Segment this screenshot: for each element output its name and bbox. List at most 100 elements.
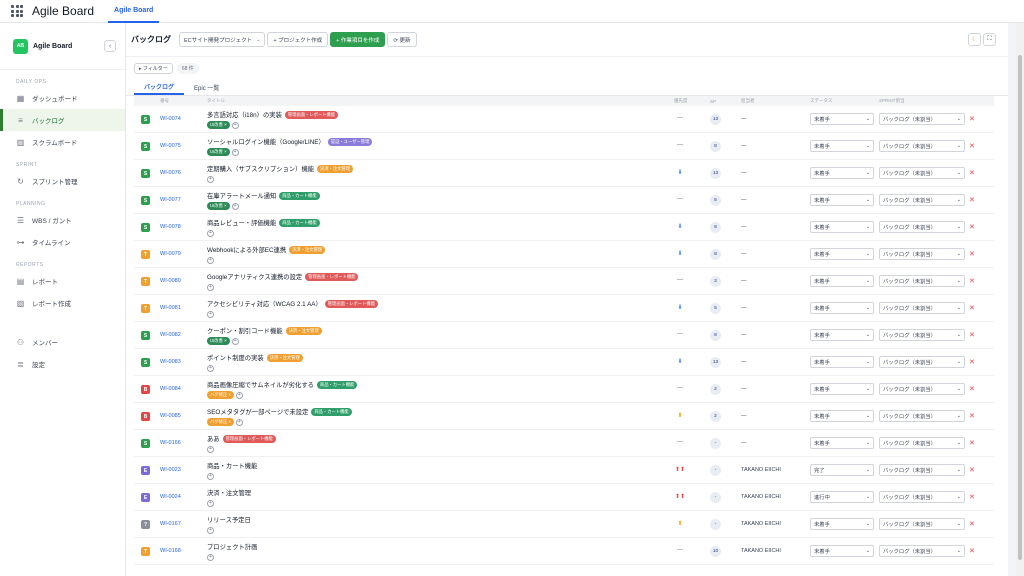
sprint-select[interactable]: バックログ（未割当） ⌄ <box>879 545 965 557</box>
label-chip[interactable]: UI改善 × <box>207 121 230 129</box>
item-number-link[interactable]: WI-0081 <box>160 305 181 311</box>
status-select[interactable]: 未着手 ⌄ <box>810 410 874 422</box>
item-number-link[interactable]: WI-0080 <box>160 278 181 284</box>
delete-icon[interactable]: ✕ <box>969 196 975 204</box>
sprint-select[interactable]: バックログ（未割当） ⌄ <box>879 275 965 287</box>
item-title[interactable]: 商品レビュー・評価機能 <box>207 218 276 227</box>
create-project-button[interactable]: + プロジェクト作成 <box>267 32 329 47</box>
item-title[interactable]: アクセシビリティ対応（WCAG 2.1 AA） <box>207 299 322 308</box>
add-label-icon[interactable]: + <box>207 364 214 372</box>
create-item-button[interactable]: + 作業項目を作成 <box>330 32 386 47</box>
table-row[interactable]: S WI-0076 定期購入（サブスクリプション）機能 決済・注文管理 + ⬇ 13 — 未着手… <box>134 160 994 187</box>
filter-button[interactable]: ▸ フィルター <box>134 62 173 74</box>
sidebar-item[interactable]: ⚇ メンバー <box>0 331 125 353</box>
sidebar-item[interactable]: ▦ ダッシュボード <box>0 87 125 109</box>
project-select[interactable]: ECサイト開発プロジェクト ⌄ <box>179 32 266 47</box>
table-row[interactable]: S WI-0082 クーポン・割引コード機能 決済・注文管理 UI改善 × + — 8 — 未着手… <box>134 322 994 349</box>
add-label-icon[interactable]: + <box>207 499 214 507</box>
table-row[interactable]: B WI-0084 商品画像圧縮でサムネイルが劣化する 商品・カート機能 バグ修正 × +… <box>134 376 994 403</box>
status-select[interactable]: 未着手 ⌄ <box>810 248 874 260</box>
delete-icon[interactable]: ✕ <box>969 277 975 285</box>
item-number-link[interactable]: WI-0167 <box>160 521 181 527</box>
epic-tag[interactable]: 管理画面・レポート機能 <box>324 299 379 308</box>
sidebar-item[interactable]: ⊶ タイムライン <box>0 231 125 253</box>
delete-icon[interactable]: ✕ <box>969 169 975 177</box>
table-row[interactable]: E WI-0023 商品・カート機能 + ⬆⬆ - TAKANO EIICHI 完了 ⌄ バックロ… <box>134 457 994 484</box>
add-label-icon[interactable]: + <box>231 202 239 210</box>
epic-tag[interactable]: 管理画面・レポート機能 <box>305 272 359 281</box>
add-label-icon[interactable]: + <box>207 229 214 237</box>
table-row[interactable]: S WI-0166 ああ 管理画面・レポート機能 + — - — 未着手 ⌄ バックログ（未割当） ⌄… <box>134 430 994 457</box>
item-title[interactable]: 定期購入（サブスクリプション）機能 <box>207 164 314 173</box>
table-row[interactable]: S WI-0078 商品レビュー・評価機能 商品・カート機能 + ⬇ 8— 未着手 ⌄ バックログ… <box>134 214 994 241</box>
item-title[interactable]: ポイント制度の実装 <box>207 353 264 362</box>
sprint-select[interactable]: バックログ（未割当） ⌄ <box>879 491 965 503</box>
item-title[interactable]: Googleアナリティクス連携の設定 <box>207 272 302 281</box>
item-title[interactable]: 在庫アラートメール通知 <box>207 191 276 200</box>
epic-tag[interactable]: 決済・注文管理 <box>266 353 303 362</box>
table-row[interactable]: S WI-0083 ポイント制度の実装 決済・注文管理 + ⬇ 13— 未着手 ⌄ バックログ（未… <box>134 349 994 376</box>
table-row[interactable]: T WI-0080 Googleアナリティクス連携の設定 管理画面・レポート機能 + — 3… <box>134 268 994 295</box>
add-label-icon[interactable]: + <box>207 310 214 318</box>
add-label-icon[interactable]: + <box>235 391 243 399</box>
item-number-link[interactable]: WI-0168 <box>160 548 181 554</box>
status-select[interactable]: 未着手 ⌄ <box>810 167 874 179</box>
epic-tag[interactable]: 商品・カート機能 <box>316 380 358 389</box>
sprint-select[interactable]: バックログ（未割当） ⌄ <box>879 221 965 233</box>
sprint-select[interactable]: バックログ（未割当） ⌄ <box>879 248 965 260</box>
status-select[interactable]: 未着手 ⌄ <box>810 545 874 557</box>
item-number-link[interactable]: WI-0024 <box>160 494 181 500</box>
apps-grid-icon[interactable] <box>11 5 23 17</box>
sidebar-item[interactable]: ▥ スクラムボード <box>0 131 125 153</box>
item-number-link[interactable]: WI-0074 <box>160 116 181 122</box>
add-label-icon[interactable]: + <box>207 526 214 534</box>
status-select[interactable]: 未着手 ⌄ <box>810 221 874 233</box>
item-number-link[interactable]: WI-0166 <box>160 440 181 446</box>
delete-icon[interactable]: ✕ <box>969 439 975 447</box>
item-title[interactable]: リリース予定日 <box>207 515 251 524</box>
table-row[interactable]: S WI-0074 多言語対応（i18n）の実装 管理画面・レポート機能 UI改善 × +… <box>134 106 994 133</box>
delete-icon[interactable]: ✕ <box>969 412 975 420</box>
status-select[interactable]: 未着手 ⌄ <box>810 329 874 341</box>
add-label-icon[interactable]: + <box>235 418 243 426</box>
delete-icon[interactable]: ✕ <box>969 115 975 123</box>
sidebar-item[interactable]: ▤ レポート <box>0 270 125 292</box>
status-select[interactable]: 完了 ⌄ <box>810 464 874 476</box>
status-select[interactable]: 未着手 ⌄ <box>810 275 874 287</box>
item-title[interactable]: 商品・カート機能 <box>207 461 257 470</box>
table-row[interactable]: S WI-0077 在庫アラートメール通知 商品・カート機能 UI改善 × + — 5 — 未着手… <box>134 187 994 214</box>
delete-icon[interactable]: ✕ <box>969 358 975 366</box>
status-select[interactable]: 未着手 ⌄ <box>810 356 874 368</box>
label-chip[interactable]: UI改善 × <box>207 337 230 345</box>
add-label-icon[interactable]: + <box>231 148 239 156</box>
table-row[interactable]: T WI-0079 Webhookによる外部EC連携 決済・注文管理 + ⬇ 8— 未着手 ⌄ バ… <box>134 241 994 268</box>
delete-icon[interactable]: ✕ <box>969 547 975 555</box>
epic-tag[interactable]: 決済・注文管理 <box>317 164 354 173</box>
collapse-sidebar-button[interactable]: ‹ <box>104 40 116 52</box>
item-title[interactable]: 決済・注文管理 <box>207 488 251 497</box>
item-number-link[interactable]: WI-0077 <box>160 197 181 203</box>
status-select[interactable]: 未着手 ⌄ <box>810 383 874 395</box>
table-row[interactable]: E WI-0024 決済・注文管理 + ⬆⬆ - TAKANO EIICHI 進行中 ⌄ バックロ… <box>134 484 994 511</box>
add-label-icon[interactable]: + <box>207 445 214 453</box>
item-title[interactable]: プロジェクト計画 <box>207 542 257 551</box>
sprint-select[interactable]: バックログ（未割当） ⌄ <box>879 140 965 152</box>
item-number-link[interactable]: WI-0079 <box>160 251 181 257</box>
sprint-select[interactable]: バックログ（未割当） ⌄ <box>879 113 965 125</box>
status-select[interactable]: 未着手 ⌄ <box>810 113 874 125</box>
epic-tag[interactable]: 決済・注文管理 <box>285 326 322 335</box>
scrollbar-thumb[interactable] <box>1018 55 1022 560</box>
status-select[interactable]: 進行中 ⌄ <box>810 491 874 503</box>
item-number-link[interactable]: WI-0076 <box>160 170 181 176</box>
add-label-icon[interactable]: + <box>231 121 239 129</box>
sidebar-item[interactable]: ≣ 設定 <box>0 353 125 375</box>
sidebar-item[interactable]: ↻ スプリント管理 <box>0 170 125 192</box>
item-number-link[interactable]: WI-0083 <box>160 359 181 365</box>
item-number-link[interactable]: WI-0023 <box>160 467 181 473</box>
refresh-button[interactable]: ⟳ 更新 <box>387 32 417 47</box>
sprint-select[interactable]: バックログ（未割当） ⌄ <box>879 356 965 368</box>
sidebar-item[interactable]: ☰ WBS / ガント <box>0 209 125 231</box>
table-row[interactable]: T WI-0168 プロジェクト計画 + —10 TAKANO EIICHI 未着手 ⌄ バック… <box>134 538 994 565</box>
add-label-icon[interactable]: + <box>231 337 239 345</box>
item-number-link[interactable]: WI-0078 <box>160 224 181 230</box>
